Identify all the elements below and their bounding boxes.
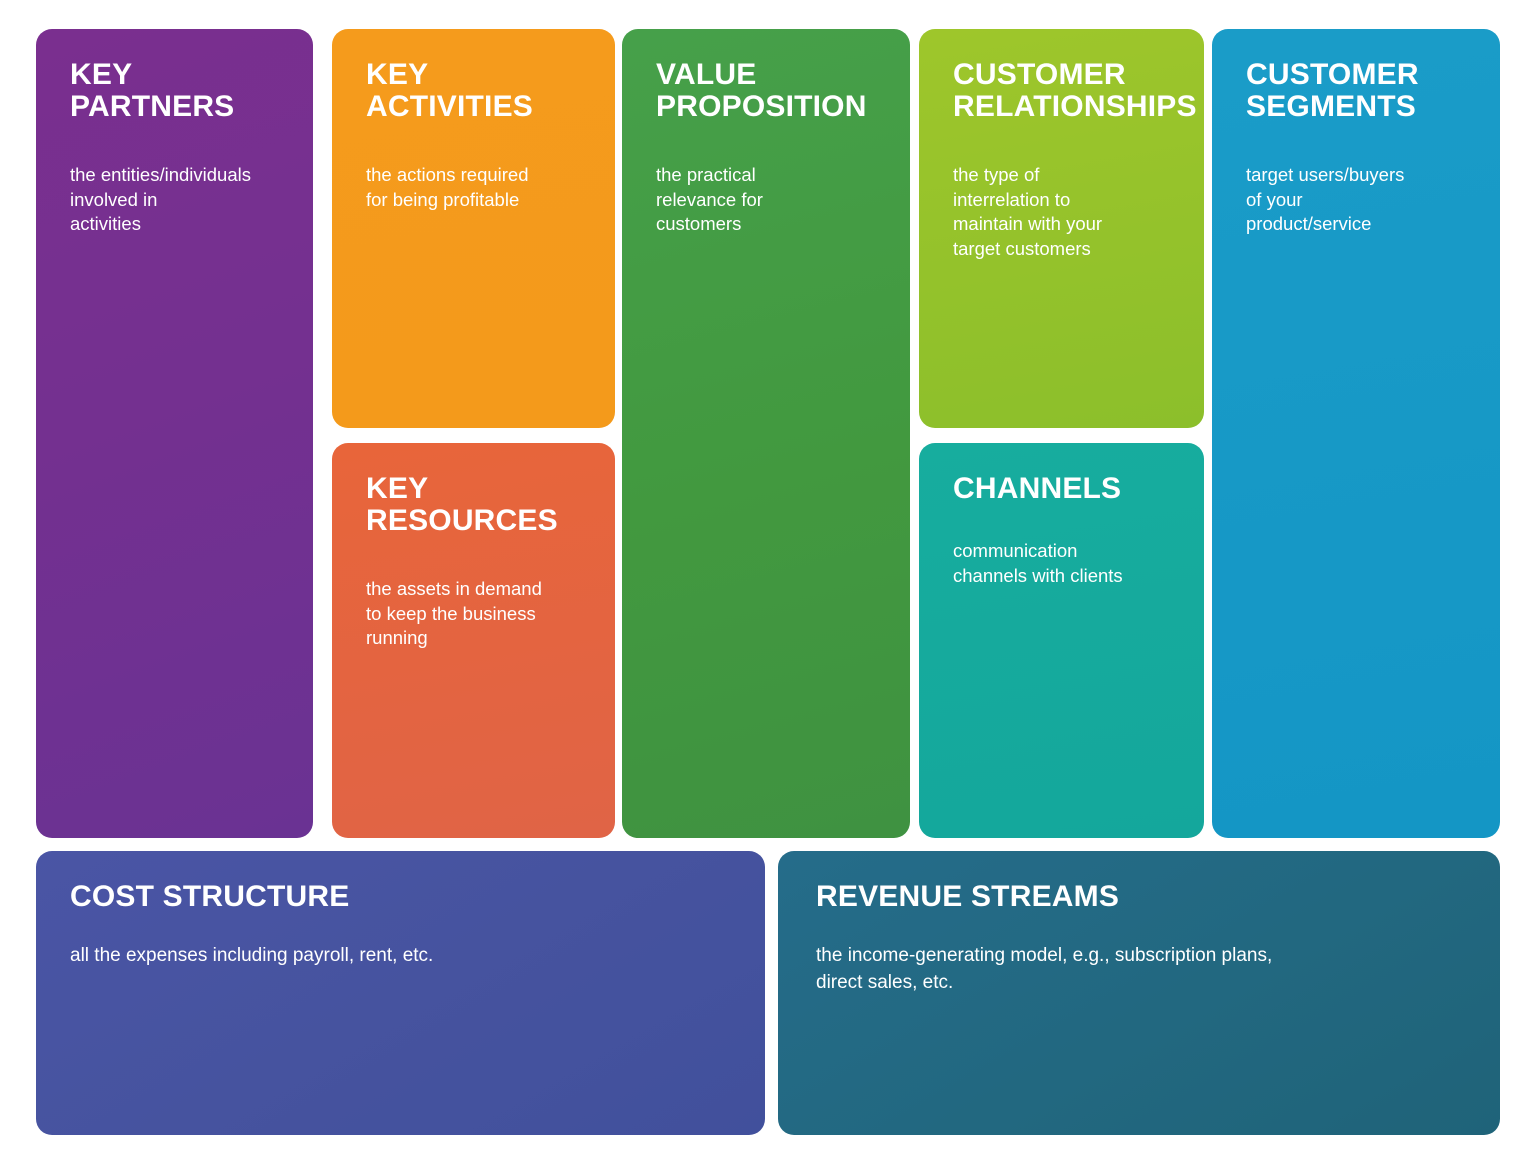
card-customer-relationships[interactable]: CUSTOMER RELATIONSHIPS the type of inter… <box>919 29 1204 428</box>
card-customer-segments-description: target users/buyers of your product/serv… <box>1246 164 1405 235</box>
card-value-proposition[interactable]: VALUE PROPOSITION the practical relevanc… <box>622 29 910 838</box>
card-key-partners-description: the entities/individuals involved in act… <box>70 164 251 235</box>
card-revenue-streams[interactable]: REVENUE STREAMS the income-generating mo… <box>778 851 1500 1135</box>
card-cost-structure-description: all the expenses including payroll, rent… <box>70 945 434 967</box>
card-customer-segments[interactable]: CUSTOMER SEGMENTS target users/buyers of… <box>1212 29 1500 838</box>
card-cost-structure-title: COST STRUCTURE <box>70 880 350 913</box>
card-key-partners-title: KEY PARTNERS <box>70 58 235 124</box>
card-revenue-streams-description: the income-generating model, e.g., subsc… <box>816 945 1273 993</box>
card-key-activities-description: the actions required for being profitabl… <box>366 164 529 210</box>
card-key-activities-title: KEY ACTIVITIES <box>366 58 534 124</box>
card-cost-structure[interactable]: COST STRUCTURE all the expenses includin… <box>36 851 765 1135</box>
card-channels-description: communication channels with clients <box>953 540 1123 586</box>
card-value-proposition-title: VALUE PROPOSITION <box>656 58 867 124</box>
card-revenue-streams-title: REVENUE STREAMS <box>816 880 1120 913</box>
card-key-activities[interactable]: KEY ACTIVITIES the actions required for … <box>332 29 615 428</box>
card-key-resources-description: the assets in demand to keep the busines… <box>366 578 542 649</box>
card-customer-relationships-description: the type of interrelation to maintain wi… <box>953 164 1103 259</box>
card-channels-title: CHANNELS <box>953 472 1122 505</box>
card-customer-relationships-title: CUSTOMER RELATIONSHIPS <box>953 58 1197 124</box>
business-model-canvas: KEY PARTNERS the entities/individuals in… <box>0 0 1536 1166</box>
card-customer-segments-title: CUSTOMER SEGMENTS <box>1246 58 1419 124</box>
card-key-resources[interactable]: KEY RESOURCES the assets in demand to ke… <box>332 443 615 838</box>
card-channels[interactable]: CHANNELS communication channels with cli… <box>919 443 1204 838</box>
card-value-proposition-description: the practical relevance for customers <box>656 164 763 235</box>
card-key-resources-title: KEY RESOURCES <box>366 472 558 538</box>
card-key-partners[interactable]: KEY PARTNERS the entities/individuals in… <box>36 29 313 838</box>
